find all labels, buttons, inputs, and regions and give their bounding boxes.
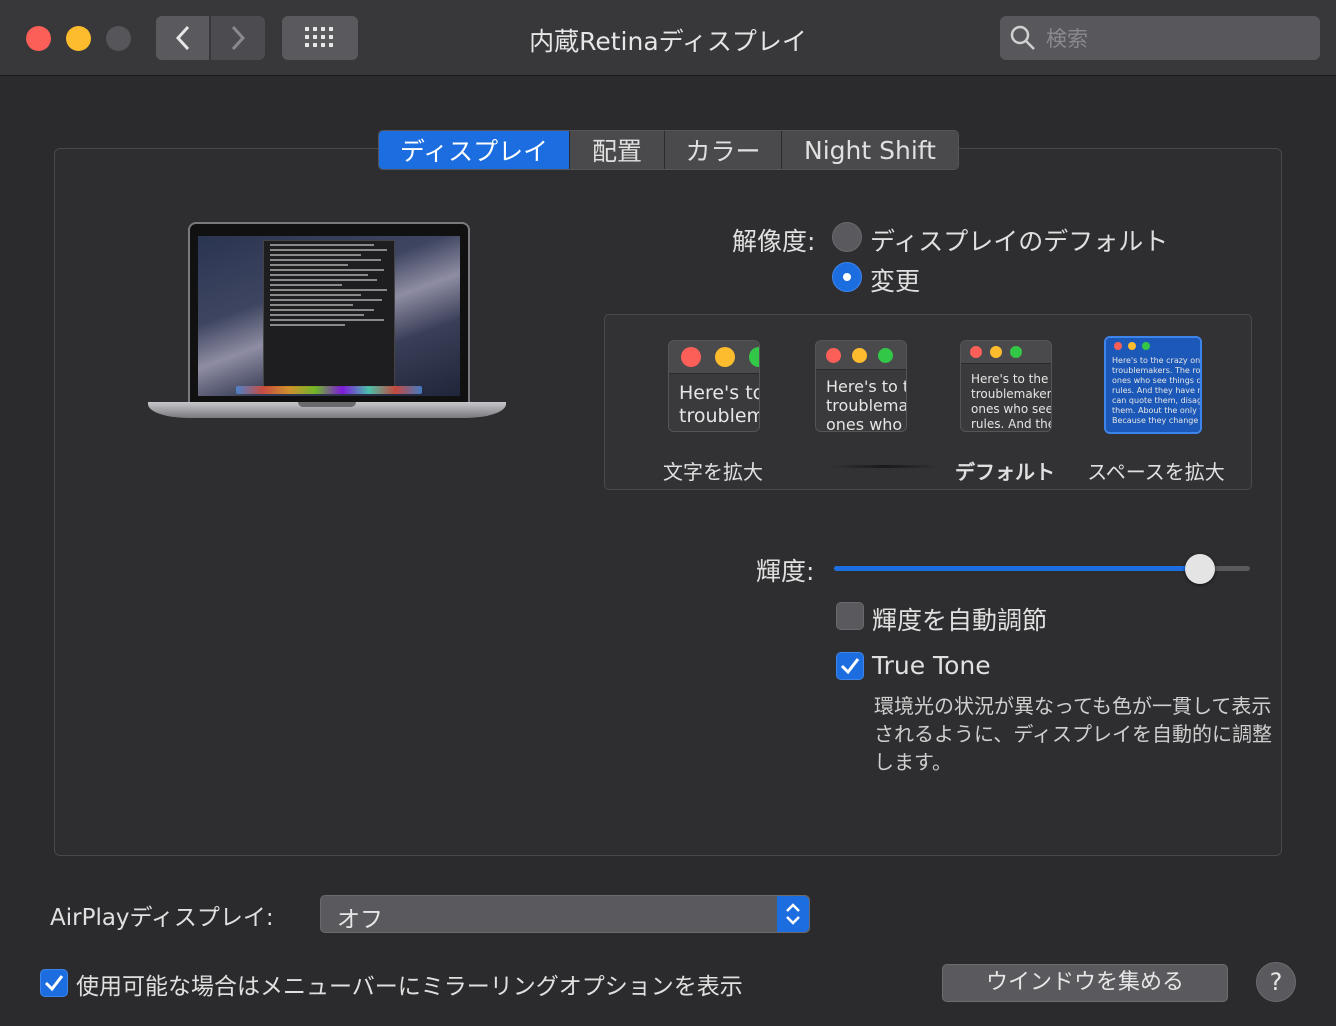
auto-brightness-label[interactable]: 輝度を自動調節 (872, 601, 1047, 637)
checkmark-icon (840, 658, 860, 675)
preview-text: Here's to t troublema ones who (826, 377, 906, 432)
updown-chevron-icon (786, 903, 800, 925)
true-tone-label[interactable]: True Tone (872, 651, 991, 680)
airplay-label: AirPlayディスプレイ: (50, 905, 274, 931)
airplay-popup[interactable]: オフ (320, 895, 810, 933)
search-icon (1010, 25, 1035, 50)
resolution-default-radio[interactable] (832, 222, 862, 252)
popup-arrows (777, 896, 809, 932)
resolution-choice-more-space[interactable]: Here's to the crazy one troublemakers. T… (1104, 336, 1202, 434)
resolution-choice-2[interactable]: Here's to t troublema ones who (815, 340, 907, 432)
tab-arrangement[interactable]: 配置 (570, 131, 665, 169)
auto-brightness-checkbox[interactable] (836, 602, 864, 630)
preview-text: Here's to troublem (679, 382, 759, 427)
brightness-label: 輝度: (756, 557, 815, 586)
search-placeholder: 検索 (1046, 27, 1088, 51)
laptop-screen (198, 236, 460, 396)
resolution-choice-default-label: デフォルト (955, 460, 1055, 484)
tab-night-shift[interactable]: Night Shift (782, 131, 958, 169)
resolution-default-label[interactable]: ディスプレイのデフォルト (870, 222, 1168, 258)
resolution-choice-larger-label: 文字を拡大 (663, 460, 763, 484)
brightness-slider-knob[interactable] (1185, 554, 1215, 584)
search-field[interactable]: 検索 (1000, 16, 1320, 60)
gather-windows-button[interactable]: ウインドウを集める (942, 964, 1228, 1002)
document-window (263, 240, 395, 388)
true-tone-checkbox[interactable] (836, 652, 864, 680)
macbook-illustration (148, 222, 506, 434)
title-bar: 内蔵Retinaディスプレイ 検索 (0, 0, 1336, 76)
resolution-scaled-radio[interactable] (832, 262, 862, 292)
resolution-choice-more-space-label: スペースを拡大 (1087, 460, 1225, 484)
preview-text: Here's to the crazy one troublemakers. T… (1106, 352, 1200, 432)
dock (236, 386, 422, 394)
airplay-value: オフ (337, 907, 383, 933)
mirroring-label[interactable]: 使用可能な場合はメニューバーにミラーリングオプションを表示 (76, 967, 743, 1001)
brightness-slider-fill (834, 566, 1208, 571)
true-tone-description: 環境光の状況が異なっても色が一貫して表示されるように、ディスプレイを自動的に調整… (874, 694, 1272, 774)
tab-bar: ディスプレイ 配置 カラー Night Shift (378, 130, 959, 170)
resolution-label: 解像度: (732, 227, 816, 256)
tab-color[interactable]: カラー (665, 131, 782, 169)
help-button[interactable]: ? (1256, 962, 1296, 1002)
tab-display[interactable]: ディスプレイ (379, 131, 570, 169)
resolution-choice-default[interactable]: Here's to the cr troublemakers. ones who… (960, 340, 1052, 432)
resolution-scaled-label[interactable]: 変更 (870, 262, 920, 298)
preview-text: Here's to the cr troublemakers. ones who… (971, 372, 1051, 431)
resolution-choice-larger[interactable]: Here's to troublem (668, 340, 760, 432)
mirroring-checkbox[interactable] (40, 969, 68, 997)
laptop-notch (298, 402, 356, 407)
selection-track-line (830, 465, 940, 468)
checkmark-icon (44, 975, 64, 992)
laptop-lid (188, 222, 470, 404)
